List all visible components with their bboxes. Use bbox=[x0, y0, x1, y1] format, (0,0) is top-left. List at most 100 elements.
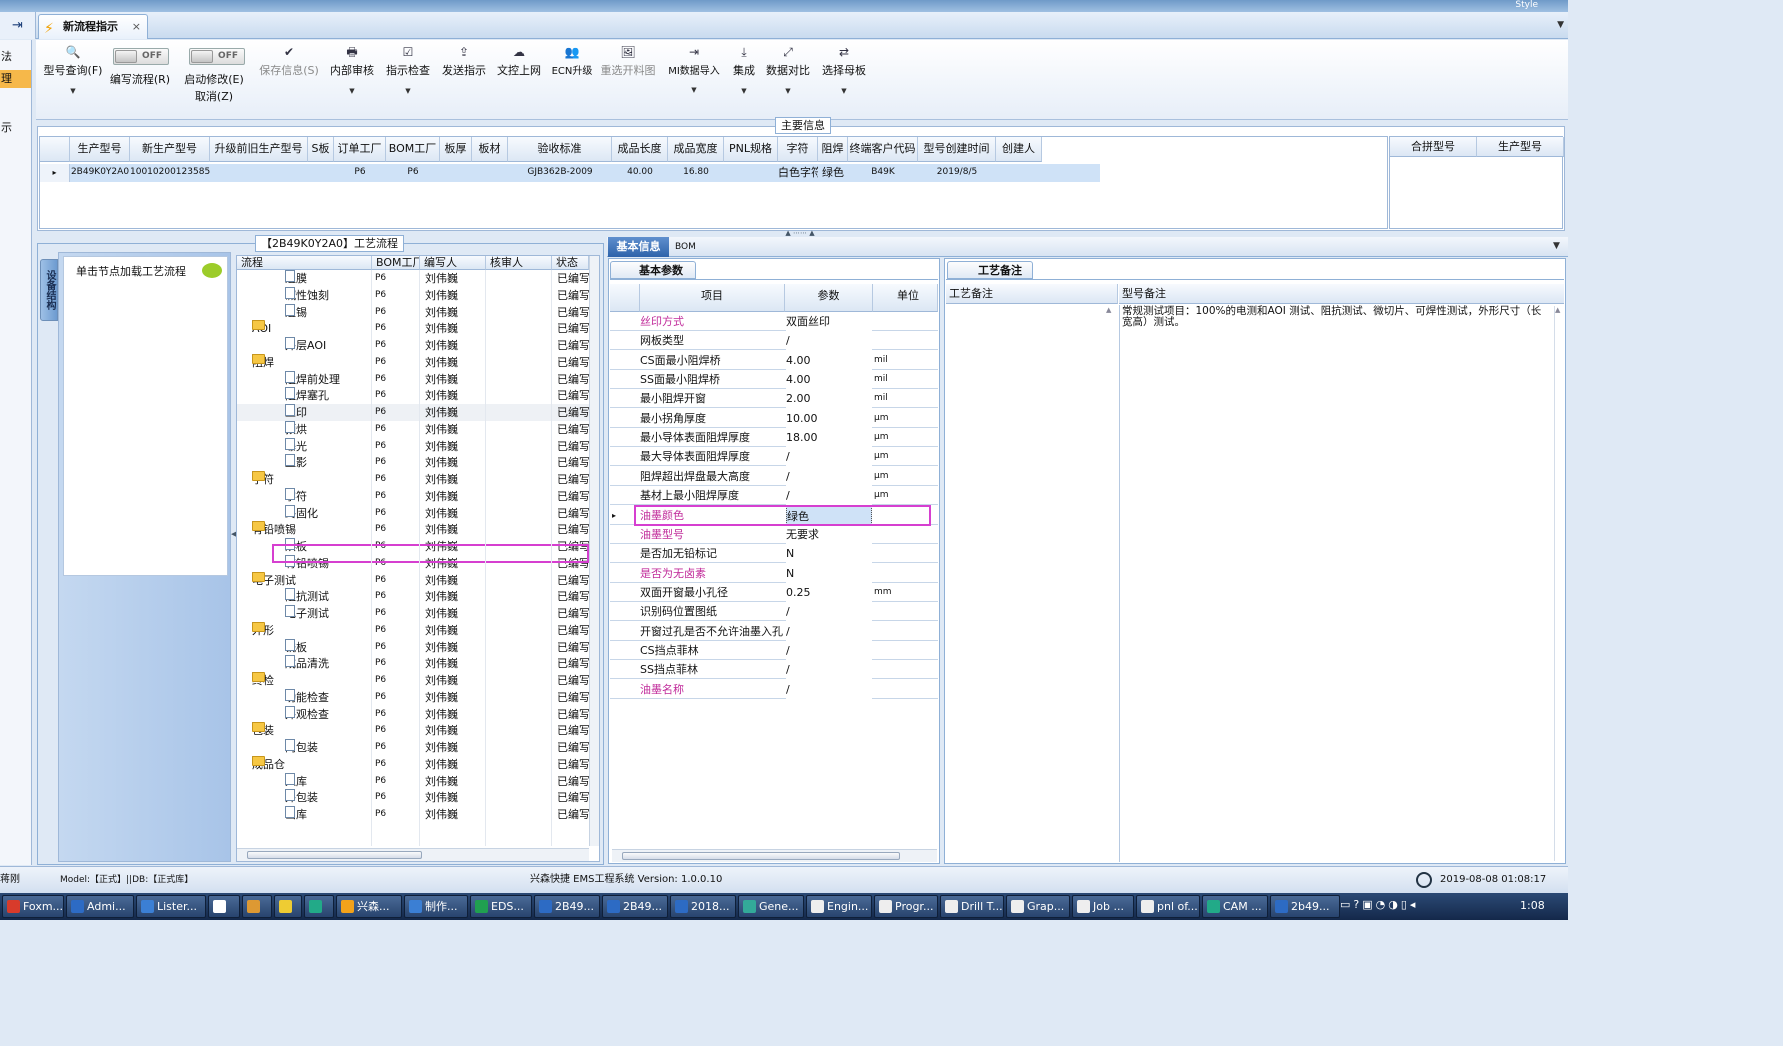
tree-node[interactable]: 曝光 bbox=[285, 437, 405, 455]
tab-process-notes[interactable]: 工艺备注 bbox=[947, 261, 1033, 279]
column-header[interactable]: 型号创建时间 bbox=[918, 137, 996, 162]
tree-row[interactable]: 出库 P6 刘伟巍 已编写 bbox=[237, 806, 589, 823]
tree-node[interactable]: 退锡 bbox=[285, 303, 405, 321]
column-header[interactable]: 板厚 bbox=[440, 137, 472, 162]
param-value[interactable]: 2.00 bbox=[786, 389, 872, 409]
tree-row[interactable]: 退锡 P6 刘伟巍 已编写 bbox=[237, 303, 589, 321]
param-row[interactable]: CS面最小阻焊桥 4.00 mil bbox=[610, 350, 938, 370]
tree-node[interactable]: −电子测试 bbox=[252, 571, 372, 589]
param-value[interactable]: 无要求 bbox=[786, 524, 872, 544]
param-row[interactable]: 网板类型 / bbox=[610, 331, 938, 351]
tree-row[interactable]: 电子测试 P6 刘伟巍 已编写 bbox=[237, 605, 589, 622]
tree-row[interactable]: 功能检查 P6 刘伟巍 已编写 bbox=[237, 688, 589, 706]
nav-item-2[interactable]: 理 bbox=[0, 70, 31, 88]
tree-row[interactable]: 成品清洗 P6 刘伟巍 已编写 bbox=[237, 655, 589, 672]
column-header[interactable]: 生产型号 bbox=[1477, 137, 1564, 157]
param-row[interactable]: 开窗过孔是否不允许油墨入孔 / bbox=[610, 621, 938, 641]
start-modify-toggle[interactable]: OFF bbox=[189, 48, 245, 65]
tree-node[interactable]: 电子测试 bbox=[285, 605, 405, 622]
tree-row[interactable]: 入库 P6 刘伟巍 已编写 bbox=[237, 772, 589, 790]
style-menu[interactable]: Style bbox=[1515, 0, 1538, 10]
remark-scrollbar[interactable]: ▲ bbox=[1554, 306, 1564, 861]
column-header[interactable]: BOM工厂 bbox=[386, 137, 440, 162]
taskbar-button[interactable] bbox=[208, 895, 240, 918]
integrate-button[interactable]: ⤓ 集成 ▼ bbox=[730, 40, 758, 116]
param-value[interactable]: / bbox=[786, 621, 872, 641]
hscroll-thumb[interactable] bbox=[622, 852, 900, 860]
taskbar-button[interactable]: Job ... bbox=[1072, 895, 1134, 918]
param-value[interactable]: / bbox=[786, 486, 872, 506]
tree-node[interactable]: −外形 bbox=[252, 621, 372, 639]
column-header[interactable]: 合拼型号 bbox=[1390, 137, 1477, 157]
tree-node[interactable]: 字符 bbox=[285, 487, 405, 505]
param-value[interactable]: / bbox=[786, 640, 872, 660]
tree-node[interactable]: 外包装 bbox=[285, 789, 405, 806]
param-value[interactable]: 4.00 bbox=[786, 350, 872, 370]
tree-folder-row[interactable]: −阻焊P6 刘伟巍 已编写 bbox=[237, 353, 589, 371]
tree-node[interactable]: 外层AOI bbox=[285, 337, 405, 354]
param-value[interactable]: N bbox=[786, 563, 872, 583]
tree-folder-row[interactable]: −成品仓P6 刘伟巍 已编写 bbox=[237, 755, 589, 773]
params-hscrollbar[interactable] bbox=[612, 849, 937, 862]
tree-row[interactable]: 显影 P6 刘伟巍 已编写 bbox=[237, 454, 589, 471]
write-flow-button[interactable]: OFF 编写流程(R) bbox=[108, 40, 172, 116]
param-value[interactable]: 10.00 bbox=[786, 408, 872, 428]
tree-folder-row[interactable]: −字符P6 刘伟巍 已编写 bbox=[237, 471, 589, 488]
param-row[interactable]: 双面开窗最小孔径 0.25 mm bbox=[610, 582, 938, 602]
column-header[interactable]: 单位 bbox=[873, 284, 938, 312]
column-header[interactable]: 阻焊 bbox=[818, 137, 848, 162]
param-row[interactable]: 识别码位置图纸 / bbox=[610, 602, 938, 622]
column-header[interactable]: BOM工厂 bbox=[372, 256, 420, 270]
tree-node[interactable]: 铣板 bbox=[285, 638, 405, 656]
column-header[interactable]: 板材 bbox=[472, 137, 508, 162]
tree-folder-row[interactable]: −包装P6 刘伟巍 已编写 bbox=[237, 722, 589, 739]
column-header[interactable]: 成品宽度 bbox=[668, 137, 724, 162]
tree-row[interactable]: 外观检查 P6 刘伟巍 已编写 bbox=[237, 705, 589, 723]
column-header[interactable]: 新生产型号 bbox=[130, 137, 210, 162]
tree-folder-row[interactable]: −AOIP6 刘伟巍 已编写 bbox=[237, 320, 589, 337]
data-compare-button[interactable]: ⤢ 数据对比 ▼ bbox=[766, 40, 810, 116]
tree-node[interactable]: 显影 bbox=[285, 454, 405, 471]
tree-row[interactable]: 内包装 P6 刘伟巍 已编写 bbox=[237, 739, 589, 756]
column-header[interactable]: PNL规格 bbox=[724, 137, 778, 162]
param-row[interactable]: 是否为无卤素 N bbox=[610, 563, 938, 583]
instruction-check-button[interactable]: ☑ 指示检查 ▼ bbox=[384, 40, 432, 116]
tree-node[interactable]: −包装 bbox=[252, 722, 372, 739]
tree-node[interactable]: 外观检查 bbox=[285, 705, 405, 723]
tree-row[interactable]: 碱性蚀刻 P6 刘伟巍 已编写 bbox=[237, 286, 589, 304]
hscroll-thumb[interactable] bbox=[247, 851, 422, 859]
tree-node[interactable]: 出库 bbox=[285, 806, 405, 823]
tree-folder-row[interactable]: −有铅喷锡P6 刘伟巍 已编写 bbox=[237, 521, 589, 538]
param-row[interactable]: 最大导体表面阻焊厚度 / μm bbox=[610, 447, 938, 467]
param-value[interactable]: 双面丝印 bbox=[786, 312, 872, 331]
tree-row[interactable]: 阻抗测试 P6 刘伟巍 已编写 bbox=[237, 588, 589, 605]
tree-folder-row[interactable]: −终检P6 刘伟巍 已编写 bbox=[237, 672, 589, 689]
column-header[interactable]: 订单工厂 bbox=[334, 137, 386, 162]
column-header[interactable]: 升级前旧生产型号 bbox=[210, 137, 308, 162]
taskbar-button[interactable]: 制作... bbox=[404, 895, 468, 918]
tree-row[interactable]: 丝印 P6 刘伟巍 已编写 bbox=[237, 404, 589, 421]
tree-node[interactable]: −有铅喷锡 bbox=[252, 521, 372, 538]
tree-node[interactable]: −终检 bbox=[252, 672, 372, 689]
tree-row[interactable]: 铣板 P6 刘伟巍 已编写 bbox=[237, 638, 589, 656]
tab-bom[interactable]: BOM bbox=[675, 237, 705, 257]
param-row[interactable]: 最小拐角厚度 10.00 μm bbox=[610, 408, 938, 428]
taskbar-button[interactable]: Foxm... bbox=[2, 895, 64, 918]
tree-node[interactable]: 阻抗测试 bbox=[285, 588, 405, 605]
param-row[interactable]: 基材上最小阻焊厚度 / μm bbox=[610, 486, 938, 506]
param-value[interactable]: 4.00 bbox=[786, 370, 872, 390]
column-header[interactable]: 生产型号 bbox=[70, 137, 130, 162]
tree-node[interactable]: 退膜 bbox=[285, 270, 405, 287]
start-modify-button[interactable]: OFF 启动修改(E) 取消(Z) bbox=[182, 40, 246, 116]
tree-node[interactable]: 碱性蚀刻 bbox=[285, 286, 405, 304]
taskbar-button[interactable] bbox=[242, 895, 272, 918]
column-header[interactable]: 创建人 bbox=[996, 137, 1042, 162]
tree-row[interactable]: 字符 P6 刘伟巍 已编写 bbox=[237, 487, 589, 505]
upload-doc-button[interactable]: ☁ 文控上网 bbox=[495, 40, 543, 116]
column-header[interactable]: 字符 bbox=[778, 137, 818, 162]
tree-node[interactable]: −阻焊 bbox=[252, 353, 372, 371]
mi-import-button[interactable]: ⇥ MI数据导入 ▼ bbox=[664, 40, 724, 116]
tree-node[interactable]: 功能检查 bbox=[285, 688, 405, 706]
param-row[interactable]: 油墨名称 / bbox=[610, 679, 938, 699]
internal-review-button[interactable]: 🖶 内部审核 ▼ bbox=[328, 40, 376, 116]
